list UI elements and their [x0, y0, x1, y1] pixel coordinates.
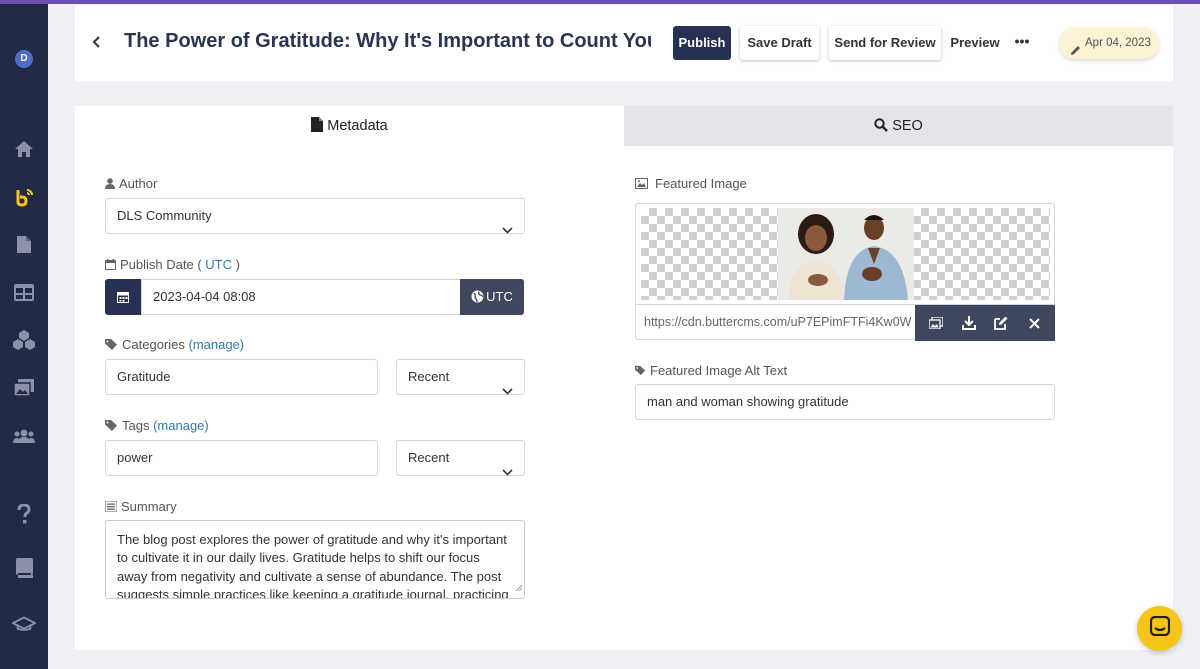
- back-chevron-icon[interactable]: [89, 33, 103, 51]
- chevron-down-icon: [502, 213, 513, 247]
- calendar-button[interactable]: [105, 279, 141, 315]
- utc-link[interactable]: UTC: [205, 257, 232, 272]
- categories-manage-link[interactable]: (manage): [189, 337, 245, 352]
- list-icon: [104, 500, 118, 515]
- docs-book-icon[interactable]: [12, 556, 36, 580]
- sidebar: D: [0, 4, 48, 669]
- content-table-icon[interactable]: [12, 280, 36, 304]
- summary-label: Summary: [104, 499, 177, 515]
- author-label: Author: [105, 176, 157, 192]
- calendar-icon: [105, 258, 116, 273]
- tags-sort-select[interactable]: Recent: [396, 440, 525, 476]
- chat-support-button[interactable]: [1137, 606, 1182, 651]
- tags-input[interactable]: power: [105, 440, 378, 476]
- page-icon[interactable]: [12, 232, 36, 256]
- date-badge: Apr 04, 2023: [1059, 27, 1159, 59]
- more-options-button[interactable]: •••: [1010, 26, 1034, 60]
- image-url-row: https://cdn.buttercms.com/uP7EPimFTFi4Kw…: [636, 304, 1055, 341]
- chevron-down-icon: [502, 455, 513, 489]
- publish-date-label: Publish Date ( UTC ): [105, 257, 240, 273]
- featured-image-box: https://cdn.buttercms.com/uP7EPimFTFi4Kw…: [635, 203, 1055, 341]
- edit-icon[interactable]: [988, 309, 1016, 337]
- tags-sort-value: Recent: [408, 450, 450, 465]
- chevron-down-icon: [502, 374, 513, 408]
- chat-icon: [1149, 615, 1170, 641]
- tab-seo[interactable]: SEO: [624, 106, 1173, 146]
- timezone-button[interactable]: UTC: [460, 279, 524, 315]
- tags-manage-link[interactable]: (manage): [153, 418, 209, 433]
- tag-icon: [635, 364, 646, 379]
- image-preview-background: [641, 208, 1050, 300]
- metadata-panel: Metadata SEO Author DLS Community Publis…: [75, 106, 1173, 650]
- user-icon: [105, 177, 115, 192]
- users-icon[interactable]: [12, 424, 36, 448]
- publish-button[interactable]: Publish: [673, 26, 731, 60]
- home-icon[interactable]: [12, 137, 36, 161]
- download-icon[interactable]: [955, 309, 983, 337]
- file-icon: [311, 108, 324, 148]
- tags-icon: [105, 419, 118, 434]
- image-url-field[interactable]: https://cdn.buttercms.com/uP7EPimFTFi4Kw…: [644, 305, 914, 340]
- author-value: DLS Community: [117, 208, 212, 223]
- categories-label: Categories (manage): [105, 337, 244, 353]
- categories-sort-select[interactable]: Recent: [396, 359, 525, 395]
- tag-icon: [105, 338, 118, 353]
- help-icon[interactable]: [12, 502, 36, 526]
- summary-text: The blog post explores the power of grat…: [117, 532, 509, 599]
- categories-sort-value: Recent: [408, 369, 450, 384]
- globe-icon: [471, 281, 484, 317]
- search-icon: [874, 108, 889, 148]
- tab-metadata-label: Metadata: [327, 118, 388, 134]
- resize-handle-icon[interactable]: [515, 578, 523, 596]
- save-draft-button[interactable]: Save Draft: [740, 26, 819, 60]
- image-toolbar: [915, 305, 1055, 341]
- remove-image-icon[interactable]: [1021, 309, 1049, 337]
- tab-seo-label: SEO: [892, 118, 923, 134]
- summary-textarea[interactable]: The blog post explores the power of grat…: [105, 520, 525, 599]
- top-accent-bar: [0, 0, 1200, 4]
- date-badge-text: Apr 04, 2023: [1085, 37, 1151, 49]
- send-for-review-button[interactable]: Send for Review: [829, 26, 941, 60]
- publish-date-input[interactable]: 2023-04-04 08:08: [141, 279, 461, 315]
- media-library-icon[interactable]: [12, 376, 36, 400]
- components-icon[interactable]: [12, 328, 36, 352]
- buttercms-logo-icon[interactable]: [12, 185, 36, 209]
- preview-button[interactable]: Preview: [945, 26, 1005, 60]
- tags-label: Tags (manage): [105, 418, 209, 434]
- graduation-cap-icon[interactable]: [12, 612, 36, 636]
- user-avatar[interactable]: D: [15, 50, 33, 68]
- alt-text-input[interactable]: man and woman showing gratitude: [635, 384, 1055, 420]
- image-gallery-icon[interactable]: [922, 309, 950, 337]
- image-icon: [635, 177, 648, 192]
- page-title[interactable]: The Power of Gratitude: Why It's Importa…: [124, 30, 651, 56]
- pencil-icon: [1070, 37, 1081, 69]
- author-select[interactable]: DLS Community: [105, 198, 525, 234]
- tab-metadata[interactable]: Metadata: [75, 106, 624, 146]
- featured-image-thumbnail[interactable]: [778, 208, 914, 300]
- featured-image-label: Featured Image: [635, 176, 747, 192]
- editor-header: The Power of Gratitude: Why It's Importa…: [75, 5, 1173, 81]
- alt-text-label: Featured Image Alt Text: [635, 363, 787, 379]
- categories-input[interactable]: Gratitude: [105, 359, 378, 395]
